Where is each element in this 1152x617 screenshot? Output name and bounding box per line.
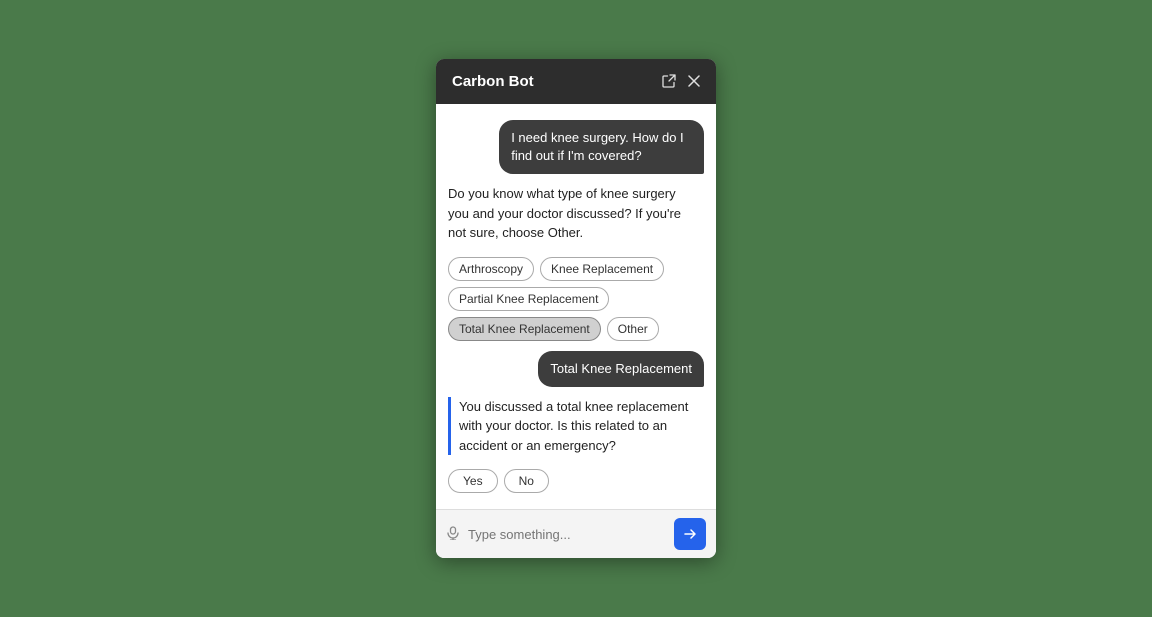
external-link-icon[interactable] xyxy=(662,74,676,88)
user-message-1: I need knee surgery. How do I find out i… xyxy=(499,120,704,174)
chat-header-title: Carbon Bot xyxy=(452,73,534,90)
surgery-type-chips: Arthroscopy Knee Replacement Partial Kne… xyxy=(448,257,704,341)
send-button[interactable] xyxy=(674,518,706,550)
chip-total-knee-replacement[interactable]: Total Knee Replacement xyxy=(448,317,601,341)
chip-no[interactable]: No xyxy=(504,469,549,493)
yes-no-chips: Yes No xyxy=(448,469,704,493)
chat-header: Carbon Bot xyxy=(436,59,716,104)
user-message-2: Total Knee Replacement xyxy=(538,351,704,387)
chat-text-input[interactable] xyxy=(468,527,666,542)
chat-window: Carbon Bot I need knee surgery. How do I… xyxy=(436,59,716,559)
bot-message-1: Do you know what type of knee surgery yo… xyxy=(448,184,691,243)
chip-partial-knee-replacement[interactable]: Partial Knee Replacement xyxy=(448,287,609,311)
chip-other[interactable]: Other xyxy=(607,317,659,341)
microphone-icon[interactable] xyxy=(446,526,460,543)
chat-input-area xyxy=(436,509,716,558)
bot-message-2: You discussed a total knee replacement w… xyxy=(448,397,691,456)
chat-body: I need knee surgery. How do I find out i… xyxy=(436,104,716,510)
chat-header-actions xyxy=(662,74,700,88)
chip-knee-replacement[interactable]: Knee Replacement xyxy=(540,257,664,281)
chip-arthroscopy[interactable]: Arthroscopy xyxy=(448,257,534,281)
close-icon[interactable] xyxy=(688,75,700,87)
chip-yes[interactable]: Yes xyxy=(448,469,498,493)
